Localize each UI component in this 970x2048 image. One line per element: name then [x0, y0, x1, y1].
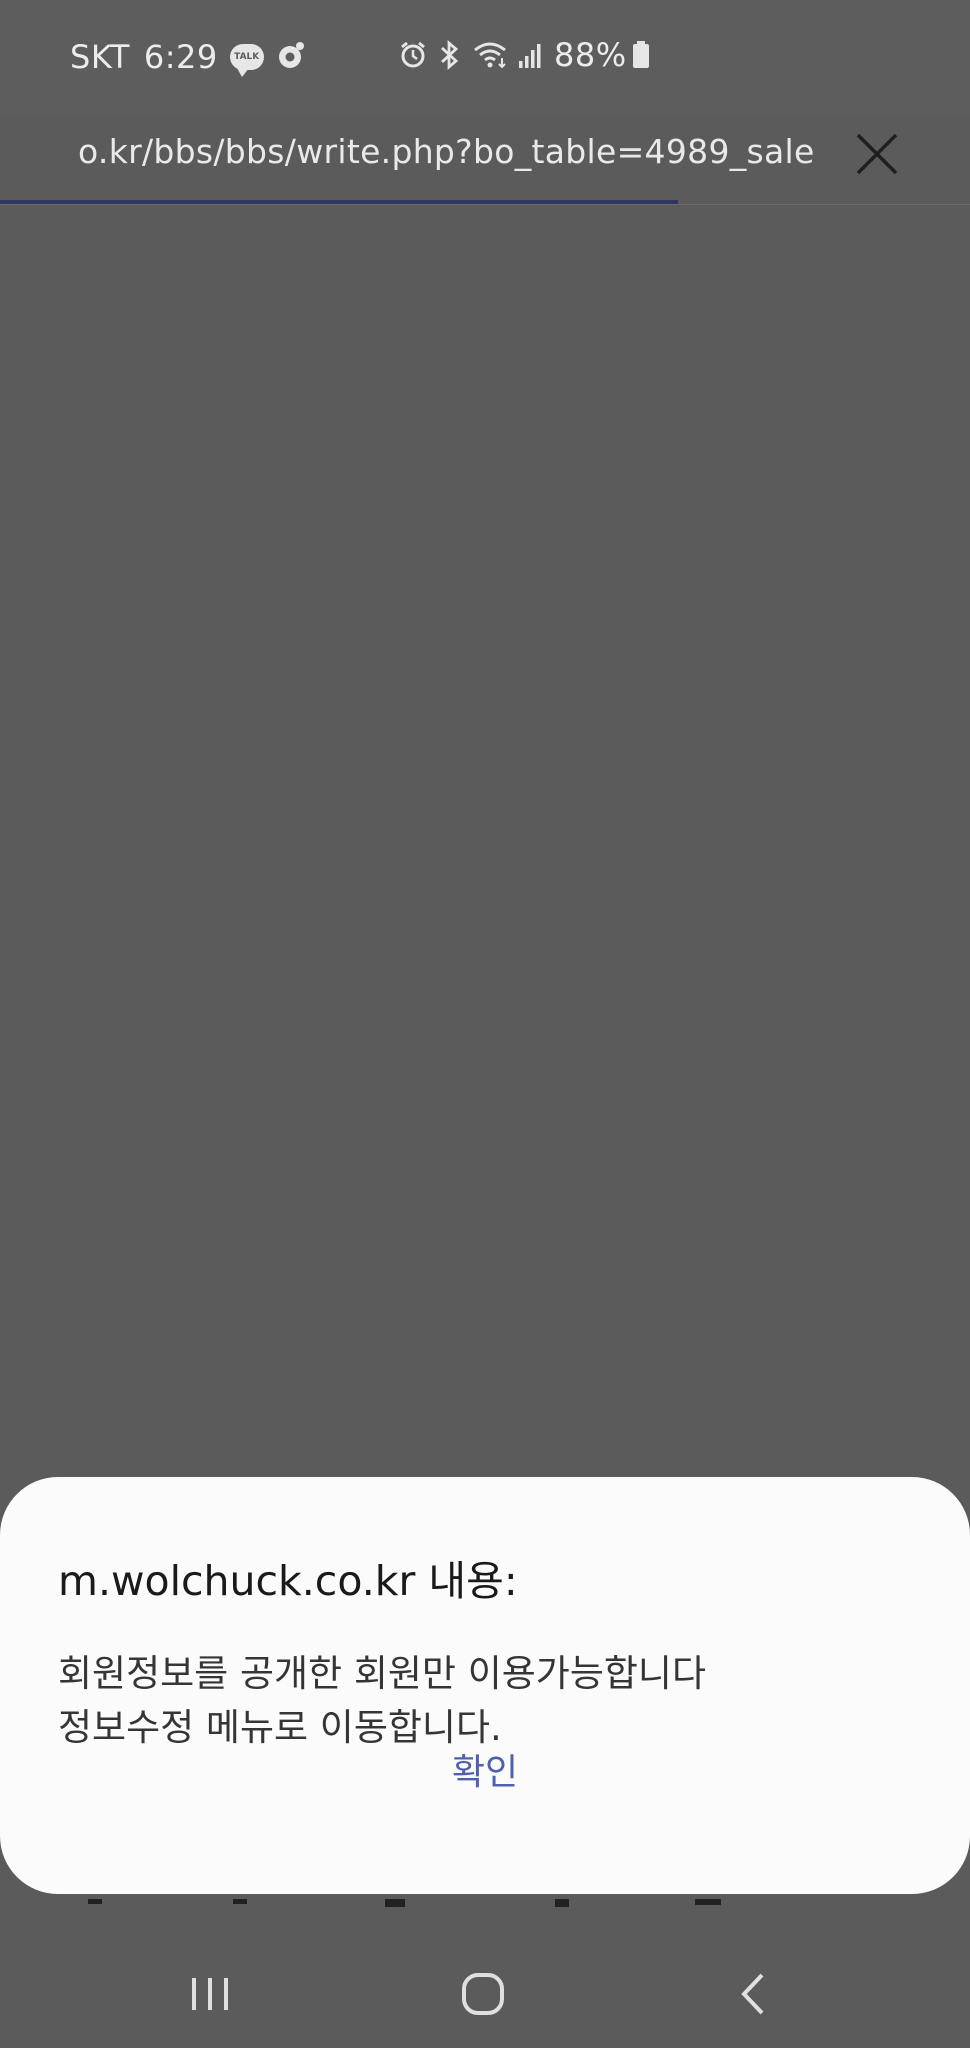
wifi-icon [472, 40, 508, 70]
confirm-button[interactable]: 확인 [0, 1743, 970, 1795]
close-icon[interactable] [855, 132, 899, 180]
status-right: 88% [398, 36, 651, 74]
page-load-progress [0, 200, 678, 204]
dialog-title: m.wolchuck.co.kr 내용: [58, 1557, 518, 1605]
clock-time: 6:29 [143, 38, 218, 76]
bluetooth-icon [438, 39, 462, 71]
battery-percent: 88% [554, 36, 627, 74]
kakaotalk-icon: TALK [229, 44, 264, 77]
back-icon[interactable] [703, 1940, 803, 2048]
home-icon[interactable] [433, 1940, 533, 2048]
carrier-label: SKT [70, 38, 130, 76]
dialog-message: 회원정보를 공개한 회원만 이용가능합니다 정보수정 메뉴로 이동합니다. [58, 1647, 918, 1755]
status-left: SKT 6:29 TALK [70, 38, 306, 77]
alert-dialog: m.wolchuck.co.kr 내용: 회원정보를 공개한 회원만 이용가능합… [0, 1477, 970, 1894]
battery-icon [631, 40, 651, 70]
url-text[interactable]: o.kr/bbs/bbs/write.php?bo_table=4989_sal… [78, 132, 828, 171]
url-bar[interactable]: o.kr/bbs/bbs/write.php?bo_table=4989_sal… [0, 118, 970, 205]
recents-icon[interactable] [160, 1940, 260, 2048]
talk-badge-label: TALK [234, 52, 260, 62]
signal-icon [518, 41, 544, 69]
camera-icon [276, 40, 306, 74]
status-bar: SKT 6:29 TALK 88% [0, 0, 970, 118]
dialog-message-line-1: 회원정보를 공개한 회원만 이용가능합니다 [58, 1652, 707, 1695]
hidden-toolbar-strip [0, 1894, 970, 1907]
alarm-icon [398, 40, 428, 70]
system-nav-bar [0, 1940, 970, 2048]
